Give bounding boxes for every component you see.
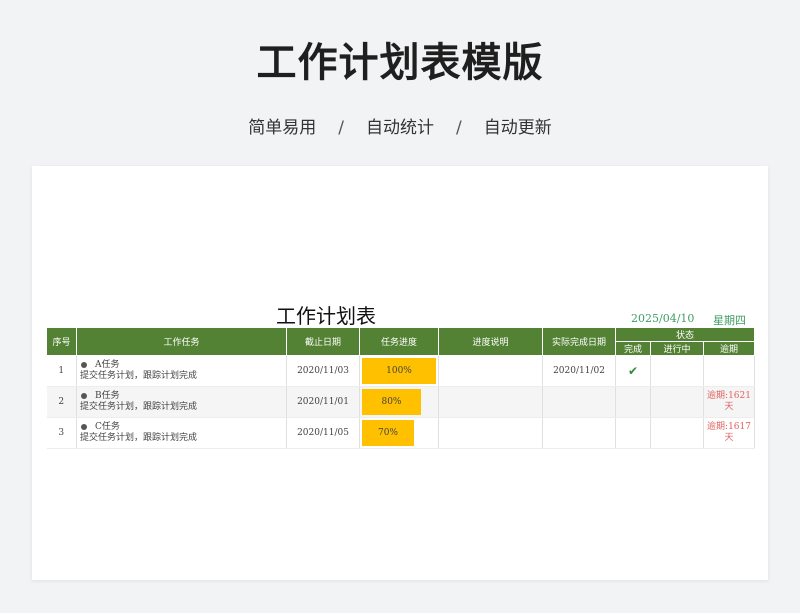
cell-actual-done[interactable] [542,417,616,449]
task-name: A任务 [95,360,120,370]
cell-progress[interactable]: 70% [359,417,439,449]
header-index: 序号 [46,327,77,356]
cell-progress[interactable]: 80% [359,386,439,418]
header-progress: 任务进度 [359,327,439,356]
bullet-icon [81,392,87,399]
progress-label: 70% [377,428,398,438]
cell-task[interactable]: B任务 提交任务计划，跟踪计划完成 [76,386,287,418]
cell-progress[interactable]: 100% [359,355,439,387]
cell-status-done[interactable] [615,386,651,418]
cell-status-in-progress[interactable] [650,417,704,449]
feature-easy: 简单易用 [248,118,317,138]
progress-bar: 100% [362,358,436,384]
current-date: 2025/04/10 [631,312,695,325]
cell-progress-note[interactable] [438,355,543,387]
cell-deadline[interactable]: 2020/11/03 [286,355,360,387]
feature-separator: / [456,118,462,138]
task-description: 提交任务计划，跟踪计划完成 [80,402,198,412]
cell-status-overdue[interactable]: 逾期:1621天 [703,386,756,418]
header-deadline: 截止日期 [286,327,360,356]
bullet-icon [81,361,87,368]
header-progress-note: 进度说明 [438,327,543,356]
cell-task[interactable]: A任务 提交任务计划，跟踪计划完成 [76,355,287,387]
header-actual-done: 实际完成日期 [542,327,616,356]
bullet-icon [81,423,87,430]
header-status-in-progress: 进行中 [650,341,704,356]
cell-actual-done[interactable]: 2020/11/02 [542,355,616,387]
cell-status-done[interactable] [615,417,651,449]
cell-deadline[interactable]: 2020/11/05 [286,417,360,449]
table-row: 3 C任务 提交任务计划，跟踪计划完成 2020/11/05 70% 逾期:16… [46,417,756,449]
task-description: 提交任务计划，跟踪计划完成 [80,371,198,381]
progress-label: 100% [386,366,412,376]
check-icon: ✔ [627,364,639,378]
cell-status-done[interactable]: ✔ [615,355,651,387]
cell-deadline[interactable]: 2020/11/01 [286,386,360,418]
current-weekday: 星期四 [713,314,746,327]
cell-index[interactable]: 2 [46,386,77,418]
cell-progress-note[interactable] [438,417,543,449]
cell-index[interactable]: 1 [46,355,77,387]
header-status-done: 完成 [615,341,651,356]
table-row: 1 A任务 提交任务计划，跟踪计划完成 2020/11/03 100% 2020… [46,355,756,387]
cell-progress-note[interactable] [438,386,543,418]
header-status: 状态 [614,327,756,342]
task-description: 提交任务计划，跟踪计划完成 [80,433,198,443]
cell-status-overdue[interactable] [703,355,756,387]
task-name: B任务 [95,391,120,401]
progress-bar: 70% [362,420,414,446]
cell-index[interactable]: 3 [46,417,77,449]
cell-status-in-progress[interactable] [650,355,704,387]
progress-bar: 80% [362,389,421,415]
task-name: C任务 [95,422,120,432]
progress-label: 80% [381,397,402,407]
sheet-title: 工作计划表 [276,304,376,328]
header-status-overdue: 逾期 [702,341,756,356]
cell-actual-done[interactable] [542,386,616,418]
task-table: 序号 工作任务 截止日期 任务进度 进度说明 实际完成日期 状态 完成 进行中 … [46,327,756,449]
cell-status-overdue[interactable]: 逾期:1617天 [703,417,756,449]
banner-title: 工作计划表模版 [256,40,544,86]
feature-auto-update: 自动更新 [483,118,552,138]
cell-task[interactable]: C任务 提交任务计划，跟踪计划完成 [76,417,287,449]
table-row: 2 B任务 提交任务计划，跟踪计划完成 2020/11/01 80% 逾期:16… [46,386,756,418]
banner-features: 简单易用 / 自动统计 / 自动更新 [0,113,800,138]
cell-status-in-progress[interactable] [650,386,704,418]
feature-separator: / [338,118,344,138]
feature-auto-stats: 自动统计 [366,118,434,138]
header-task: 工作任务 [76,327,287,356]
